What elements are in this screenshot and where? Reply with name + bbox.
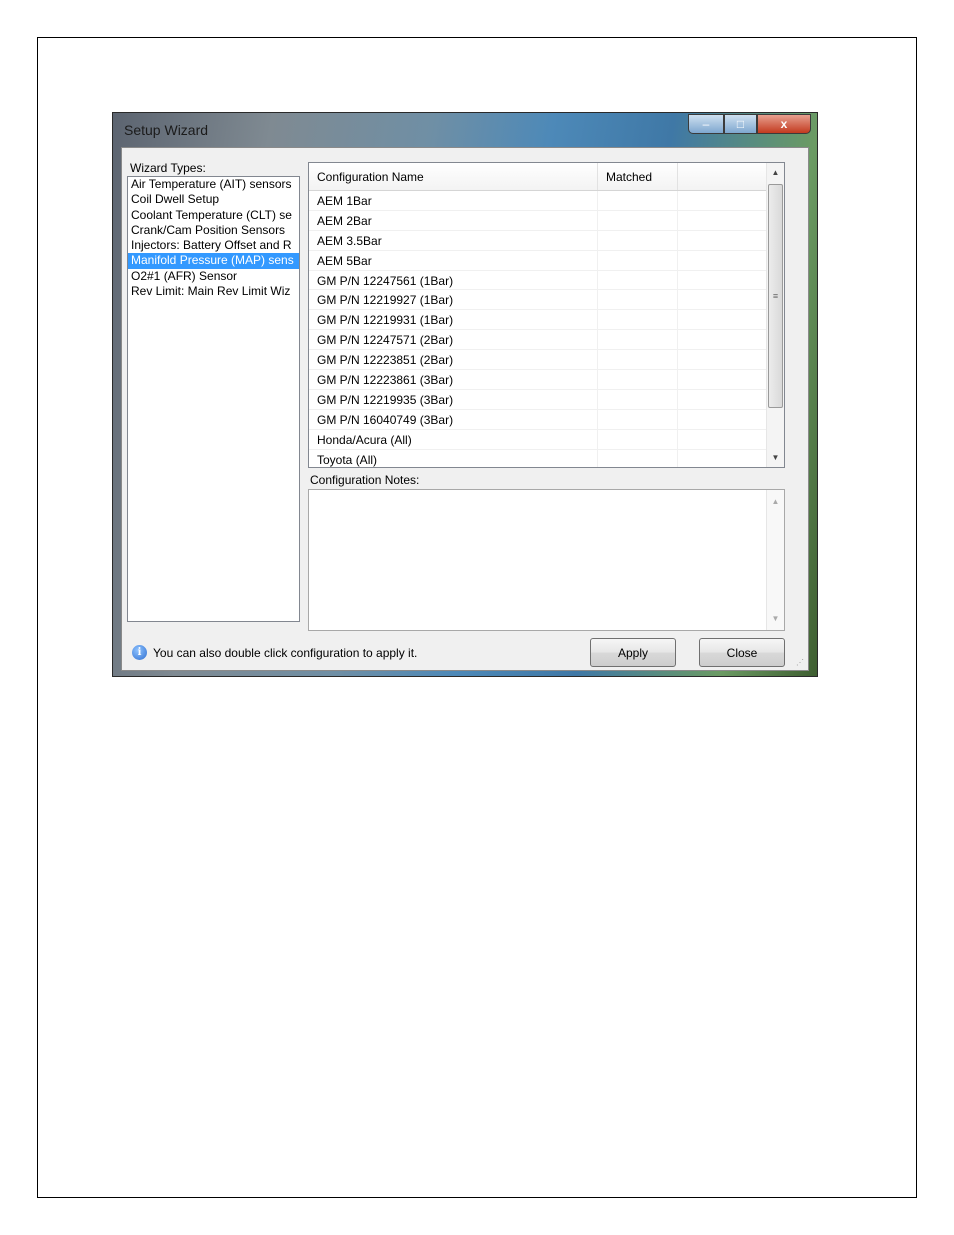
blank-cell (678, 250, 767, 270)
configuration-name-cell: GM P/N 12219931 (1Bar) (309, 310, 598, 330)
grip-icon: ≡ (772, 291, 779, 301)
matched-cell (598, 250, 678, 270)
scroll-up-arrow-icon[interactable]: ▲ (767, 164, 784, 181)
configuration-name-cell: AEM 2Bar (309, 210, 598, 230)
scroll-down-arrow-icon[interactable]: ▼ (767, 610, 784, 627)
wizard-type-item-selected[interactable]: Manifold Pressure (MAP) sens (128, 253, 299, 269)
table-row[interactable]: GM P/N 12223851 (2Bar) (309, 350, 767, 371)
status-text: You can also double click configuration … (153, 646, 418, 660)
matched-cell (598, 449, 678, 467)
blank-cell (678, 270, 767, 290)
configuration-name-cell: AEM 5Bar (309, 250, 598, 270)
blank-cell (678, 210, 767, 230)
title-bar[interactable]: Setup Wizard – □ x (113, 113, 817, 147)
wizard-type-item[interactable]: Crank/Cam Position Sensors (128, 223, 299, 238)
wizard-types-label: Wizard Types: (130, 161, 206, 175)
dialog-client-area: Wizard Types: Air Temperature (AIT) sens… (121, 147, 809, 671)
matched-cell (598, 350, 678, 370)
blank-cell (678, 389, 767, 409)
table-row[interactable]: AEM 3.5Bar (309, 230, 767, 251)
configuration-notes-label: Configuration Notes: (310, 473, 420, 487)
configuration-name-cell: GM P/N 12247571 (2Bar) (309, 330, 598, 350)
configuration-name-cell: Honda/Acura (All) (309, 429, 598, 449)
scroll-thumb[interactable]: ≡ (768, 184, 783, 408)
table-row[interactable]: GM P/N 12219931 (1Bar) (309, 310, 767, 331)
column-header-blank[interactable] (678, 163, 767, 190)
configuration-name-cell: GM P/N 16040749 (3Bar) (309, 409, 598, 429)
column-header-configuration-name[interactable]: Configuration Name (309, 163, 598, 190)
blank-cell (678, 330, 767, 350)
notes-vertical-scrollbar[interactable]: ▲ ▼ (766, 490, 784, 630)
wizard-type-item[interactable]: Injectors: Battery Offset and R (128, 238, 299, 253)
configuration-name-cell: GM P/N 12223851 (2Bar) (309, 350, 598, 370)
wizard-type-item[interactable]: Coolant Temperature (CLT) se (128, 208, 299, 223)
window-title: Setup Wizard (124, 122, 209, 138)
matched-cell (598, 310, 678, 330)
close-window-button[interactable]: x (757, 114, 811, 134)
matched-cell (598, 389, 678, 409)
blank-cell (678, 429, 767, 449)
apply-button[interactable]: Apply (590, 638, 676, 667)
blank-cell (678, 409, 767, 429)
maximize-button[interactable]: □ (724, 114, 757, 134)
resize-grip-icon[interactable]: ⋰ (796, 658, 806, 668)
info-icon: i (132, 645, 147, 660)
wizard-type-item[interactable]: Rev Limit: Main Rev Limit Wiz (128, 284, 299, 299)
scroll-up-arrow-icon[interactable]: ▲ (767, 493, 784, 510)
matched-cell (598, 330, 678, 350)
blank-cell (678, 350, 767, 370)
grid-rows: AEM 1Bar AEM 2Bar AEM 3.5Bar AEM 5Bar GM… (309, 191, 767, 467)
table-row[interactable]: Toyota (All) (309, 449, 767, 467)
matched-cell (598, 191, 678, 210)
configuration-grid[interactable]: Configuration Name Matched AEM 1Bar AEM … (308, 162, 785, 468)
blank-cell (678, 370, 767, 389)
table-row[interactable]: AEM 1Bar (309, 191, 767, 211)
configuration-name-cell: AEM 3.5Bar (309, 230, 598, 250)
wizard-type-item[interactable]: Air Temperature (AIT) sensors (128, 177, 299, 192)
minimize-button[interactable]: – (688, 114, 724, 134)
close-icon: x (780, 117, 788, 131)
wizard-types-list[interactable]: Air Temperature (AIT) sensors Coil Dwell… (127, 176, 300, 622)
status-bar: i You can also double click configuratio… (127, 639, 427, 665)
configuration-name-cell: GM P/N 12219927 (1Bar) (309, 290, 598, 310)
configuration-name-cell: Toyota (All) (309, 449, 598, 467)
matched-cell (598, 270, 678, 290)
table-row[interactable]: AEM 2Bar (309, 210, 767, 231)
grid-vertical-scrollbar[interactable]: ▲ ≡ ▼ (766, 163, 784, 467)
matched-cell (598, 290, 678, 310)
table-row[interactable]: GM P/N 16040749 (3Bar) (309, 409, 767, 430)
matched-cell (598, 230, 678, 250)
maximize-icon: □ (736, 117, 745, 131)
grid-header: Configuration Name Matched (309, 163, 767, 191)
table-row[interactable]: GM P/N 12247571 (2Bar) (309, 330, 767, 351)
table-row[interactable]: GM P/N 12247561 (1Bar) (309, 270, 767, 291)
column-header-matched[interactable]: Matched (598, 163, 678, 190)
scroll-down-arrow-icon[interactable]: ▼ (767, 449, 784, 466)
configuration-name-cell: GM P/N 12223861 (3Bar) (309, 370, 598, 389)
matched-cell (598, 409, 678, 429)
setup-wizard-window: Setup Wizard – □ x Wizard Types: Air Tem… (112, 112, 818, 677)
wizard-type-item[interactable]: O2#1 (AFR) Sensor (128, 269, 299, 284)
matched-cell (598, 210, 678, 230)
blank-cell (678, 310, 767, 330)
blank-cell (678, 191, 767, 210)
table-row[interactable]: Honda/Acura (All) (309, 429, 767, 450)
configuration-name-cell: GM P/N 12219935 (3Bar) (309, 389, 598, 409)
table-row[interactable]: GM P/N 12219927 (1Bar) (309, 290, 767, 311)
blank-cell (678, 230, 767, 250)
table-row[interactable]: GM P/N 12219935 (3Bar) (309, 389, 767, 410)
configuration-name-cell: GM P/N 12247561 (1Bar) (309, 270, 598, 290)
configuration-notes-box[interactable]: ▲ ▼ (308, 489, 785, 631)
table-row[interactable]: AEM 5Bar (309, 250, 767, 271)
table-row[interactable]: GM P/N 12223861 (3Bar) (309, 370, 767, 390)
blank-cell (678, 290, 767, 310)
matched-cell (598, 429, 678, 449)
minimize-icon: – (702, 117, 710, 131)
matched-cell (598, 370, 678, 389)
close-button[interactable]: Close (699, 638, 785, 667)
configuration-name-cell: AEM 1Bar (309, 191, 598, 210)
wizard-type-item[interactable]: Coil Dwell Setup (128, 192, 299, 207)
blank-cell (678, 449, 767, 467)
